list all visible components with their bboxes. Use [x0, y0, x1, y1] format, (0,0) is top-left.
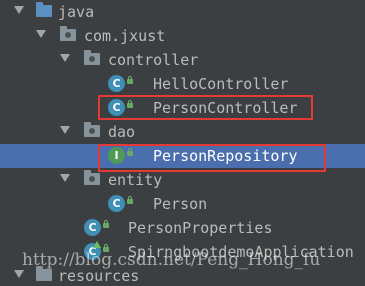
lock-icon — [103, 244, 109, 252]
tree-item-label: HelloController — [153, 75, 289, 93]
tree-item-dao[interactable]: dao — [0, 120, 365, 144]
resources-folder-icon — [36, 266, 52, 281]
lock-icon — [127, 76, 133, 84]
tree-item-person-properties[interactable]: C PersonProperties — [0, 216, 365, 240]
tree-item-label: entity — [108, 171, 163, 189]
tree-item-label: PersonProperties — [128, 219, 273, 237]
expand-arrow-icon[interactable] — [14, 270, 24, 278]
tree-item-hello-controller[interactable]: C HelloController — [0, 72, 365, 96]
tree-item-person[interactable]: C Person — [0, 192, 365, 216]
lock-icon — [103, 220, 109, 228]
package-icon — [84, 122, 100, 137]
tree-item-label: PersonController — [153, 99, 298, 117]
tree-item-resources[interactable]: resources — [0, 264, 365, 285]
tree-item-person-repository[interactable]: I PersonRepository — [0, 144, 365, 168]
tree-item-person-controller[interactable]: C PersonController — [0, 96, 365, 120]
tree-item-label: PersonRepository — [153, 147, 298, 165]
tree-item-java[interactable]: java — [0, 0, 365, 24]
tree-item-label: dao — [108, 123, 136, 141]
tree-item-label: Person — [153, 195, 208, 213]
tree-item-label: com.jxust — [84, 27, 166, 45]
tree-item-entity[interactable]: entity — [0, 168, 365, 192]
tree-item-label: resources — [58, 267, 140, 285]
class-icon: C — [84, 219, 101, 236]
package-icon — [60, 26, 76, 41]
package-icon — [84, 50, 100, 65]
class-icon: C — [108, 75, 125, 92]
project-tree: java com.jxust controller C HelloControl… — [0, 0, 365, 285]
expand-arrow-icon[interactable] — [36, 30, 46, 38]
tree-item-com-jxust[interactable]: com.jxust — [0, 24, 365, 48]
tree-item-controller[interactable]: controller — [0, 48, 365, 72]
expand-arrow-icon[interactable] — [60, 174, 70, 182]
package-icon — [84, 170, 100, 185]
tree-item-label: controller — [108, 51, 199, 69]
lock-icon — [127, 148, 133, 156]
expand-arrow-icon[interactable] — [60, 126, 70, 134]
tree-item-application[interactable]: C SpirngbootdemoApplication — [0, 240, 365, 264]
interface-icon: I — [108, 147, 125, 164]
spring-boot-icon — [93, 241, 101, 248]
lock-icon — [127, 100, 133, 108]
expand-arrow-icon[interactable] — [60, 54, 70, 62]
tree-item-label: SpirngbootdemoApplication — [128, 243, 354, 261]
class-icon: C — [108, 99, 125, 116]
tree-item-label: java — [58, 3, 95, 21]
source-folder-icon — [36, 2, 52, 17]
lock-icon — [127, 196, 133, 204]
class-icon: C — [108, 195, 125, 212]
expand-arrow-icon[interactable] — [14, 6, 24, 14]
